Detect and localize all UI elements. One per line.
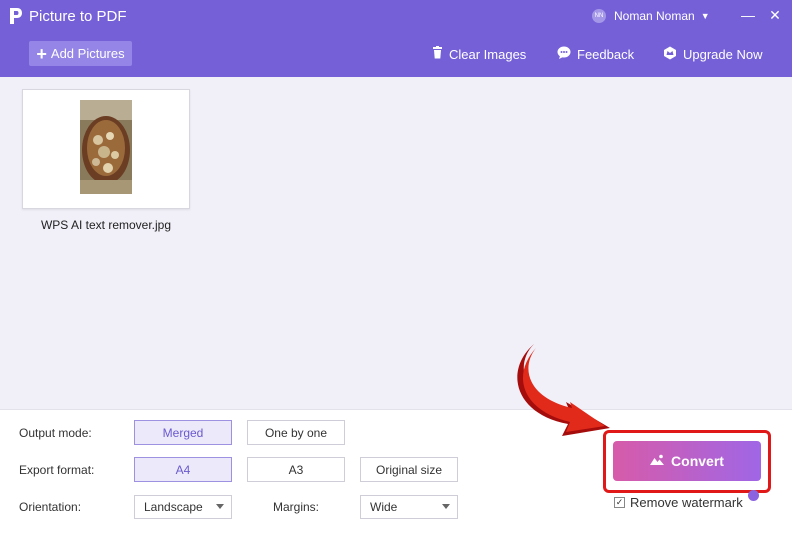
upgrade-now-label: Upgrade Now: [683, 46, 763, 62]
user-name: Noman Noman: [614, 9, 695, 23]
app-title: Picture to PDF: [9, 5, 127, 27]
upgrade-now-button[interactable]: Upgrade Now: [663, 44, 763, 64]
orientation-label: Orientation:: [19, 500, 82, 514]
logo-icon: [9, 7, 23, 25]
minimize-icon: —: [741, 7, 755, 23]
close-button[interactable]: ✕: [767, 6, 783, 24]
output-mode-one-by-one[interactable]: One by one: [247, 420, 345, 445]
user-menu[interactable]: NN Noman Noman ▼: [592, 6, 710, 26]
orientation-value: Landscape: [144, 500, 203, 514]
close-icon: ✕: [769, 6, 781, 23]
plus-icon: +: [36, 43, 47, 64]
image-thumbnail-card[interactable]: [22, 89, 190, 209]
feedback-label: Feedback: [577, 46, 635, 62]
margins-label: Margins:: [273, 500, 320, 514]
convert-icon: [650, 453, 665, 469]
add-pictures-button[interactable]: + Add Pictures: [29, 41, 132, 66]
export-format-original-size[interactable]: Original size: [360, 457, 458, 482]
margins-select[interactable]: Wide: [360, 495, 458, 519]
orientation-select[interactable]: Landscape: [134, 495, 232, 519]
convert-label: Convert: [671, 453, 724, 469]
premium-icon: [748, 490, 759, 501]
output-mode-merged[interactable]: Merged: [134, 420, 232, 445]
export-format-a3[interactable]: A3: [247, 457, 345, 482]
file-name: WPS AI text remover.jpg: [40, 218, 172, 232]
avatar: NN: [592, 9, 606, 23]
title-bar: Picture to PDF NN Noman Noman ▼ — ✕ + Ad…: [0, 0, 792, 77]
arrow-icon: [517, 344, 610, 436]
add-pictures-label: Add Pictures: [50, 46, 125, 61]
clear-images-button[interactable]: Clear Images: [432, 44, 526, 64]
upgrade-icon: [663, 46, 677, 63]
caret-down-icon: [216, 504, 224, 509]
convert-button[interactable]: Convert: [613, 441, 761, 481]
export-format-label: Export format:: [19, 463, 95, 477]
export-format-a4[interactable]: A4: [134, 457, 232, 482]
minimize-button[interactable]: —: [740, 6, 756, 24]
remove-watermark-option[interactable]: ✓ Remove watermark: [614, 494, 743, 510]
feedback-button[interactable]: Feedback: [557, 44, 634, 64]
remove-watermark-label: Remove watermark: [630, 494, 743, 510]
output-mode-label: Output mode:: [19, 426, 92, 440]
image-thumbnail: [80, 100, 132, 194]
remove-watermark-checkbox[interactable]: ✓: [614, 496, 625, 508]
caret-down-icon: [442, 504, 450, 509]
app-title-text: Picture to PDF: [29, 7, 127, 25]
user-caret-icon: ▼: [700, 11, 710, 21]
clear-images-label: Clear Images: [449, 46, 527, 62]
feedback-icon: [557, 46, 571, 62]
margins-value: Wide: [370, 500, 398, 514]
trash-icon: [432, 46, 443, 62]
